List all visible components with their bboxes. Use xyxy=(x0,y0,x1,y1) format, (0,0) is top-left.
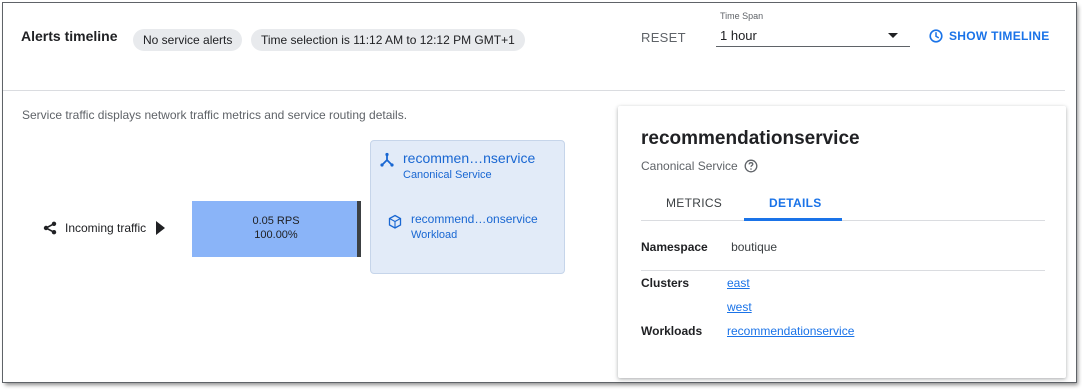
alerts-title: Alerts timeline xyxy=(21,28,118,44)
expand-arrow-icon[interactable] xyxy=(156,221,166,235)
clusters-key: Clusters xyxy=(641,276,690,290)
clock-icon xyxy=(929,29,943,43)
dropdown-arrow-icon xyxy=(888,33,898,38)
active-tab-indicator xyxy=(744,218,842,221)
show-timeline-button[interactable]: SHOW TIMELINE xyxy=(929,29,1050,43)
no-alerts-chip[interactable]: No service alerts xyxy=(133,29,243,51)
workload-link[interactable]: recommendationservice xyxy=(727,324,854,338)
workloads-key: Workloads xyxy=(641,324,703,338)
traffic-metrics: 0.05 RPS 100.00% xyxy=(192,214,360,242)
tab-details[interactable]: DETAILS xyxy=(769,196,822,210)
canonical-service-icon xyxy=(380,152,394,167)
namespace-row: Namespace boutique xyxy=(641,240,777,254)
namespace-key: Namespace xyxy=(641,240,708,254)
workloads-key-wrap: Workloads xyxy=(641,324,702,338)
panel-subtitle: Canonical Service xyxy=(641,159,758,173)
help-icon[interactable] xyxy=(744,159,758,173)
namespace-value: boutique xyxy=(731,240,778,254)
details-panel: recommendationservice Canonical Service … xyxy=(618,106,1066,378)
panel-subtitle-text: Canonical Service xyxy=(641,159,738,173)
show-timeline-label: SHOW TIMELINE xyxy=(949,29,1050,43)
rps-value: 0.05 RPS xyxy=(252,215,300,227)
graph-description: Service traffic displays network traffic… xyxy=(22,108,408,122)
cluster-link-west[interactable]: west xyxy=(727,300,752,314)
time-selection-chip[interactable]: Time selection is 11:12 AM to 12:12 PM G… xyxy=(251,29,525,51)
workload-icon xyxy=(388,214,402,229)
time-span-value: 1 hour xyxy=(720,28,757,43)
tab-metrics[interactable]: METRICS xyxy=(666,196,722,210)
time-span-label: Time Span xyxy=(720,11,764,21)
workload-node-type: Workload xyxy=(411,229,458,241)
incoming-traffic-label: Incoming traffic xyxy=(65,221,147,235)
alerts-bar: Alerts timeline No service alerts Time s… xyxy=(3,3,1065,91)
share-icon xyxy=(43,221,57,235)
panel-divider xyxy=(641,270,1045,271)
service-node-card[interactable]: recommen…nservice Canonical Service reco… xyxy=(370,140,565,274)
service-node-name: recommen…nservice xyxy=(403,150,536,166)
panel-tabs: METRICS DETAILS xyxy=(641,188,1045,221)
time-span-select[interactable]: Time Span 1 hour xyxy=(716,11,910,47)
cluster-link-east[interactable]: east xyxy=(727,276,750,290)
panel-title: recommendationservice xyxy=(641,128,860,149)
clusters-key-wrap: Clusters xyxy=(641,276,689,290)
workload-node[interactable]: recommend…onservice Workload xyxy=(387,212,538,241)
percent-value: 100.00% xyxy=(254,229,298,241)
incoming-traffic-node[interactable]: Incoming traffic xyxy=(43,221,166,235)
workload-node-name: recommend…onservice xyxy=(411,212,538,226)
service-details-frame: Alerts timeline No service alerts Time s… xyxy=(3,3,1076,382)
service-node-type: Canonical Service xyxy=(403,169,492,181)
reset-button[interactable]: RESET xyxy=(641,30,686,45)
canonical-service-node[interactable]: recommen…nservice Canonical Service xyxy=(379,150,535,181)
